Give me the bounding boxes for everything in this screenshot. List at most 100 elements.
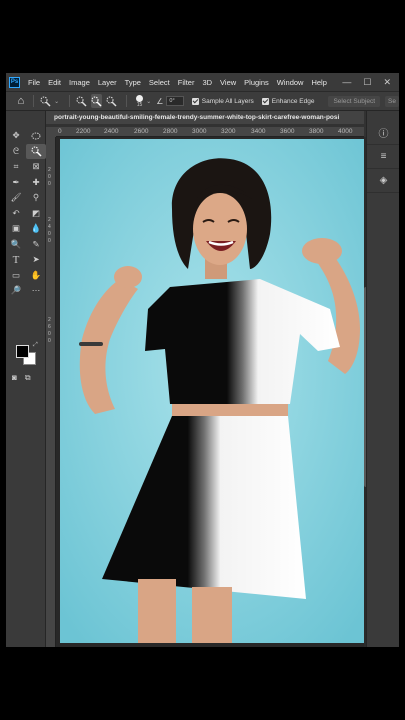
document-tab[interactable]: portrait-young-beautiful-smiling-female-… [46,111,364,124]
portrait-photo [60,139,364,643]
home-icon[interactable]: ⌂ [15,94,27,108]
chevron-down-icon[interactable]: ⌄ [146,98,151,105]
enhance-edge-checkbox[interactable]: Enhance Edge [261,97,315,105]
close-button[interactable]: ✕ [383,77,391,88]
ruler-mark: 6 [48,324,51,330]
crop-icon[interactable]: ⌗ [6,159,26,175]
layers-icon[interactable]: ◈ [367,169,399,193]
ruler-mark: 0 [48,174,51,180]
path-selection-icon[interactable]: ➤ [26,252,46,268]
ruler-mark: 0 [48,331,51,337]
checkbox-checked-icon [191,97,199,105]
subtract-from-selection-button[interactable] [105,94,117,108]
angle-field[interactable]: 0° [166,96,184,106]
menu-view[interactable]: View [216,78,240,87]
eyedropper-icon[interactable]: ✒ [6,175,26,191]
healing-brush-icon[interactable]: ✚ [26,175,46,191]
rectangle-icon[interactable]: ▭ [6,268,26,284]
quick-selection-icon[interactable] [26,143,46,159]
minimize-button[interactable]: — [342,77,351,88]
ruler-mark: 2600 [134,128,149,135]
options-bar: ⌂ ⌄ 15 ⌄ ∠ 0° Sample All Layers Enhance … [6,91,399,111]
toolbar-bottom: ◙ ⧉ [12,373,31,383]
menu-type[interactable]: Type [121,78,145,87]
info-icon[interactable]: ⓘ [367,121,399,145]
checkbox-checked-icon [261,97,269,105]
document-canvas[interactable] [60,139,364,643]
more-tools-icon[interactable]: ⋯ [26,283,46,299]
screen-mode-icon[interactable]: ⧉ [25,373,31,383]
sample-all-layers-label: Sample All Layers [201,97,254,105]
move-icon[interactable]: ✥ [6,128,26,144]
subtract-selection-icon [106,96,117,107]
menu-image[interactable]: Image [65,78,94,87]
color-swatches: ⤢ [16,342,42,369]
chevron-down-icon[interactable]: ⌄ [54,98,59,105]
type-icon[interactable]: T [6,252,26,268]
blur-icon[interactable]: 💧 [26,221,46,237]
menu-window[interactable]: Window [273,78,308,87]
tool-grid: ✥ ᘓ ⌗ ⊠ ✒ ✚ 🖌 ⚲ ↶ ◩ ▣ 💧 🔍 ✎ T ➤ ▭ ✋ 🔎 ⋯ [6,111,46,299]
ruler-mark: 3600 [280,128,295,135]
canvas-area[interactable] [56,137,364,647]
ruler-mark: 0 [58,128,62,135]
ruler-mark: 0 [48,231,51,237]
horizontal-ruler: 0 2200 2400 2600 2800 3000 3200 3400 360… [56,127,364,137]
adjustments-icon[interactable]: ≡ [367,145,399,169]
window-controls: — ☐ ✕ [342,77,399,88]
ruler-mark: 2400 [104,128,119,135]
menu-edit[interactable]: Edit [44,78,65,87]
ruler-mark: 2 [48,217,51,223]
gradient-icon[interactable]: ▣ [6,221,26,237]
menu-filter[interactable]: Filter [174,78,199,87]
ruler-mark: 0 [48,338,51,344]
new-selection-icon [76,96,87,107]
ruler-mark: 0 [48,181,51,187]
enhance-edge-label: Enhance Edge [271,97,315,105]
dodge-icon[interactable]: 🔍 [6,237,26,253]
tools-panel: ✥ ᘓ ⌗ ⊠ ✒ ✚ 🖌 ⚲ ↶ ◩ ▣ 💧 🔍 ✎ T ➤ ▭ ✋ 🔎 ⋯ [6,111,46,647]
ruler-mark: 3800 [309,128,324,135]
new-selection-button[interactable] [76,94,88,108]
select-subject-button[interactable]: Select Subject [328,95,381,107]
menu-plugins[interactable]: Plugins [240,78,273,87]
tool-preset-picker[interactable] [40,94,52,108]
pen-icon[interactable]: ✎ [26,237,46,253]
clone-stamp-icon[interactable]: ⚲ [26,190,46,206]
swap-colors-icon[interactable]: ⤢ [33,342,38,349]
foreground-color-swatch[interactable] [16,345,29,358]
menu-layer[interactable]: Layer [94,78,121,87]
ruler-mark: 4 [48,224,51,230]
brush-size-picker[interactable]: 15 [133,94,146,108]
history-brush-icon[interactable]: ↶ [6,206,26,222]
ruler-mark: 2 [48,167,51,173]
photoshop-window: Ps File Edit Image Layer Type Select Fil… [6,73,399,647]
maximize-button[interactable]: ☐ [363,77,371,88]
select-and-mask-button[interactable]: Se [385,95,399,107]
ruler-corner [46,127,56,137]
ruler-mark: 3000 [192,128,207,135]
menu-3d[interactable]: 3D [198,78,216,87]
menu-help[interactable]: Help [307,78,330,87]
quick-mask-icon[interactable]: ◙ [12,373,17,383]
ruler-mark: 3400 [251,128,266,135]
ruler-mark: 3200 [221,128,236,135]
eraser-icon[interactable]: ◩ [26,206,46,222]
divider [69,95,71,107]
divider [32,95,34,107]
menu-file[interactable]: File [24,78,44,87]
frame-icon[interactable]: ⊠ [26,159,46,175]
ruler-mark: 2 [48,317,51,323]
lasso-icon[interactable]: ᘓ [6,144,26,160]
ruler-mark: 0 [48,238,51,244]
marquee-icon[interactable] [26,128,46,144]
add-selection-icon [91,96,102,107]
ruler-mark: 2200 [76,128,91,135]
hand-icon[interactable]: ✋ [26,268,46,284]
add-to-selection-button[interactable] [90,94,103,108]
brush-icon[interactable]: 🖌 [6,190,26,206]
zoom-icon[interactable]: 🔎 [6,283,26,299]
menu-select[interactable]: Select [145,78,174,87]
sample-all-layers-checkbox[interactable]: Sample All Layers [191,97,254,105]
